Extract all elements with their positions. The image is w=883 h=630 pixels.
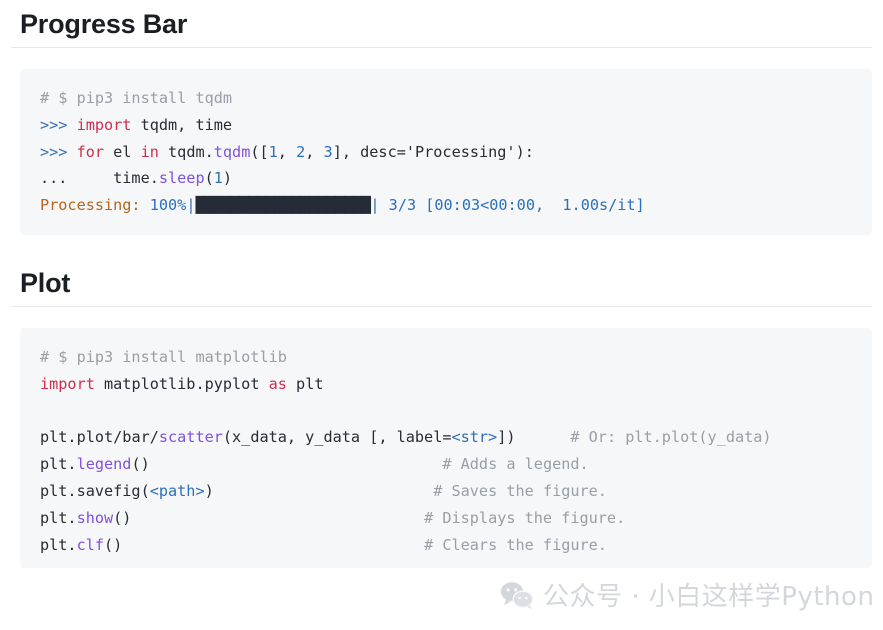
code-token: # $ pip3 install matplotlib <box>40 348 287 367</box>
code-token: <str> <box>451 428 498 447</box>
code-token: for <box>76 142 105 161</box>
page-title-plot: Plot <box>11 268 872 308</box>
code-token: >>> <box>40 142 77 161</box>
code-token: plt. <box>40 535 77 554</box>
code-token: plt.savefig( <box>40 482 150 501</box>
code-token: Processing: <box>40 196 141 215</box>
code-token: () <box>113 508 132 527</box>
wechat-icon <box>500 580 534 610</box>
code-token: as <box>268 374 287 393</box>
code-line: # $ pip3 install matplotlib <box>40 344 872 371</box>
code-token: ([ <box>250 142 269 161</box>
code-token: tqdm, time <box>131 115 233 134</box>
code-token: import <box>76 115 132 134</box>
code-token: 1 <box>268 142 278 161</box>
code-line: plt.plot/bar/scatter(x_data, y_data [, l… <box>40 424 872 451</box>
code-token: plt. <box>40 508 77 527</box>
code-token: (x_data, y_data [, label= <box>222 428 452 447</box>
code-token: ) <box>222 169 233 188</box>
code-line: # $ pip3 install tqdm <box>40 85 872 112</box>
code-token: , <box>305 142 324 161</box>
code-token: , <box>277 142 297 161</box>
code-token: ]) <box>497 428 516 447</box>
code-line: plt.show() # Displays the figure. <box>40 505 872 532</box>
watermark: 公众号 · 小白这样学Python <box>500 576 874 613</box>
code-token: 100% <box>149 196 187 215</box>
code-token: () <box>131 455 150 474</box>
code-token: ████████████████████ <box>195 196 371 215</box>
code-token: plt <box>286 374 324 393</box>
code-token: tqdm. <box>158 142 214 161</box>
watermark-text: 公众号 · 小白这样学Python <box>543 582 875 612</box>
code-token: >>> <box>40 115 77 134</box>
code-line: Processing: 100%|████████████████████| 3… <box>40 192 872 219</box>
code-token: 1 <box>213 169 223 188</box>
code-token: ) <box>204 482 214 501</box>
code-token: show <box>76 508 114 527</box>
code-line: >>> import tqdm, time <box>40 112 872 139</box>
section-progress-bar: Progress Bar <box>11 0 872 49</box>
code-token: <path> <box>149 482 205 501</box>
code-line: import matplotlib.pyplot as plt <box>40 371 872 398</box>
code-token: ], desc='Processing'): <box>332 142 534 161</box>
code-token: # Saves the figure. <box>433 482 607 501</box>
code-token: # Displays the figure. <box>424 508 626 527</box>
code-token: # Adds a legend. <box>442 455 589 474</box>
code-token: plt. <box>40 428 77 447</box>
section-plot: Plot <box>11 235 872 308</box>
code-token: # Or: plt.plot(y_data) <box>570 428 772 447</box>
code-token: in <box>140 142 159 161</box>
code-token: legend <box>76 455 132 474</box>
code-token: # $ pip3 install tqdm <box>40 89 233 108</box>
code-block-plot: # $ pip3 install matplotlib import matplo… <box>20 328 872 569</box>
code-line: plt.clf() # Clears the figure. <box>40 532 872 559</box>
code-token: plt. <box>40 455 77 474</box>
code-token: plot <box>76 428 114 447</box>
code-token: | <box>370 196 380 215</box>
code-token: /bar/ <box>113 428 159 447</box>
code-line: plt.savefig(<path>) # Saves the figure. <box>40 478 872 505</box>
code-line: >>> for el in tqdm.tqdm([1, 2, 3], desc=… <box>40 139 872 166</box>
code-token: matplotlib.pyplot <box>94 374 269 393</box>
code-line: plt.legend() # Adds a legend. <box>40 451 872 478</box>
code-token: # Clears the figure. <box>424 535 607 554</box>
code-token: tqdm <box>213 142 251 161</box>
code-token: 3 <box>323 142 333 161</box>
code-token: ... time. <box>40 169 159 188</box>
code-token: 3/3 [00:03<00:00, 1.00s/it] <box>388 196 645 215</box>
code-token: sleep <box>158 169 205 188</box>
code-token: () <box>104 535 123 554</box>
code-token: clf <box>76 535 105 554</box>
code-token: scatter <box>158 428 223 447</box>
code-token: 2 <box>296 142 306 161</box>
page-root: Progress Bar # $ pip3 install tqdm >>> im… <box>0 0 883 630</box>
code-line: ... time.sleep(1) <box>40 165 872 192</box>
code-token: el <box>104 142 141 161</box>
page-title-progress-bar: Progress Bar <box>11 9 872 49</box>
code-token: import <box>40 374 95 393</box>
code-token: ( <box>204 169 214 188</box>
code-block-progress-bar: # $ pip3 install tqdm >>> import tqdm, ti… <box>20 69 872 236</box>
